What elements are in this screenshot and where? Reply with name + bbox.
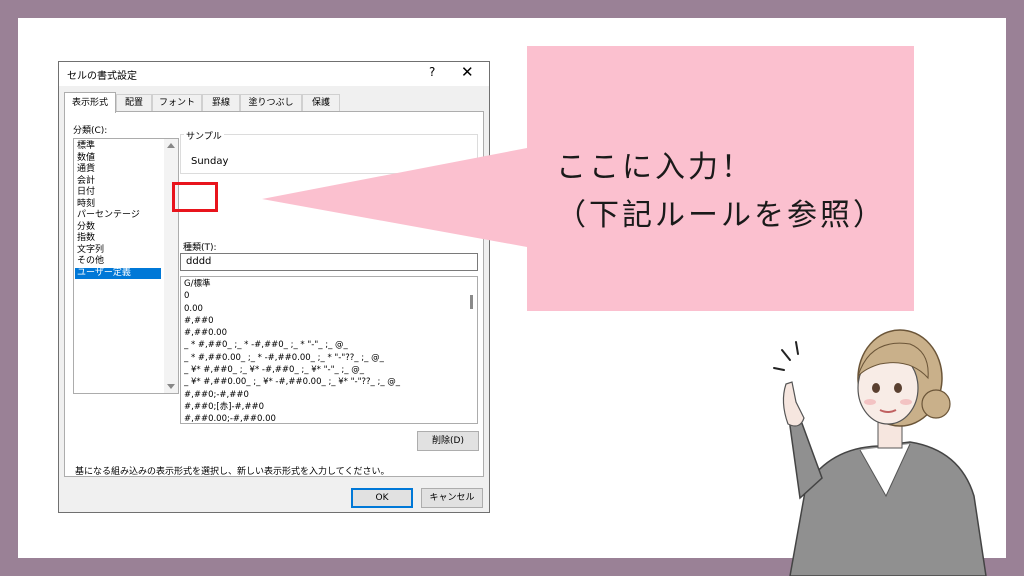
category-item[interactable]: 時刻 [75,199,161,211]
format-item[interactable]: _ ¥* #,##0.00_ ;_ ¥* -#,##0.00_ ;_ ¥* "-… [184,376,466,388]
ok-button[interactable]: OK [351,488,413,508]
tab-border[interactable]: 罫線 [202,94,240,112]
tab-number[interactable]: 表示形式 [64,92,116,113]
format-cells-dialog: セルの書式設定 ? ✕ 表示形式 配置 フォント 罫線 塗りつぶし 保護 分類(… [58,61,490,513]
format-item[interactable]: _ * #,##0.00_ ;_ * -#,##0.00_ ;_ * "-"??… [184,352,466,364]
category-item[interactable]: 会計 [75,176,161,188]
format-listbox[interactable]: G/標準 0 0.00 #,##0 #,##0.00 _ * #,##0_ ;_… [180,276,478,424]
format-item[interactable]: #,##0;-#,##0 [184,389,466,401]
category-item[interactable]: 分数 [75,222,161,234]
pointing-woman-illustration [773,329,987,576]
category-item-selected[interactable]: ユーザー定義 [75,267,161,279]
format-item[interactable]: 0.00 [184,303,466,315]
sample-group [180,134,478,174]
sparkle-icon [773,341,799,371]
category-item[interactable]: パーセンテージ [75,210,161,222]
type-input[interactable]: dddd [180,253,478,271]
category-label: 分類(C): [73,126,108,136]
format-item[interactable]: 0 [184,290,466,302]
callout-line-2: （下記ルールを参照） [556,198,886,233]
category-item[interactable]: 文字列 [75,245,161,257]
tab-protection[interactable]: 保護 [302,94,340,112]
category-item[interactable]: その他 [75,256,161,268]
category-listbox[interactable]: 標準 数値 通貨 会計 日付 時刻 パーセンテージ 分数 指数 文字列 その他 … [73,138,179,394]
format-item[interactable]: _ * #,##0_ ;_ * -#,##0_ ;_ * "-"_ ;_ @_ [184,339,466,351]
category-scrollbar[interactable] [164,139,178,393]
category-item[interactable]: 標準 [75,141,161,153]
format-item[interactable]: #,##0;[赤]-#,##0 [184,401,466,413]
tab-font[interactable]: フォント [152,94,202,112]
sample-label: サンプル [184,129,224,142]
help-button[interactable]: ? [429,65,435,79]
description-text: 基になる組み込みの表示形式を選択し、新しい表示形式を入力してください。 [75,467,390,477]
input-highlight-box [172,182,218,212]
format-item[interactable]: G/標準 [184,278,466,290]
cancel-button[interactable]: キャンセル [421,488,483,508]
sample-value: Sunday [191,156,229,167]
delete-button[interactable]: 削除(D) [417,431,479,451]
format-scrollbar[interactable] [468,277,477,423]
tab-panel: 分類(C): 標準 数値 通貨 会計 日付 時刻 パーセンテージ 分数 指数 文… [64,111,484,477]
format-scroll-thumb[interactable] [470,295,473,309]
dialog-title: セルの書式設定 [67,71,137,82]
tab-fill[interactable]: 塗りつぶし [240,94,302,112]
callout-line-1: ここに入力！ [556,150,754,185]
category-item[interactable]: 日付 [75,187,161,199]
format-item[interactable]: #,##0 [184,315,466,327]
category-item[interactable]: 数値 [75,153,161,165]
format-item[interactable]: #,##0.00 [184,327,466,339]
scroll-down-icon[interactable] [167,384,175,389]
category-item[interactable]: 通貨 [75,164,161,176]
scroll-up-icon[interactable] [167,143,175,148]
tab-alignment[interactable]: 配置 [116,94,152,112]
category-item[interactable]: 指数 [75,233,161,245]
dialog-titlebar: セルの書式設定 ? ✕ [59,62,489,86]
format-item[interactable]: #,##0.00;-#,##0.00 [184,413,466,423]
close-button[interactable]: ✕ [461,63,474,81]
format-item[interactable]: _ ¥* #,##0_ ;_ ¥* -#,##0_ ;_ ¥* "-"_ ;_ … [184,364,466,376]
type-label: 種類(T): [183,243,217,253]
